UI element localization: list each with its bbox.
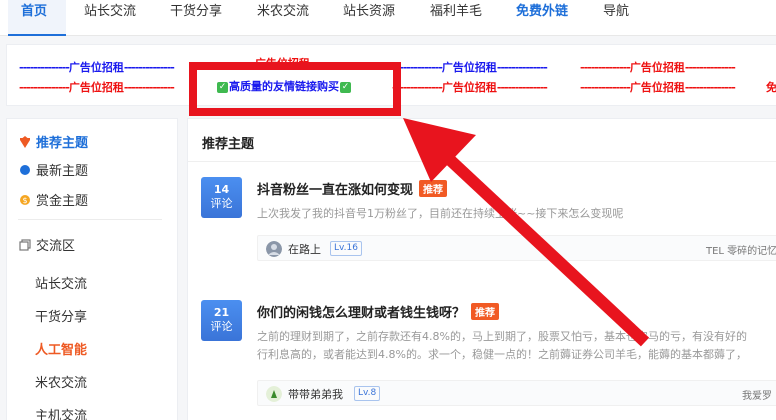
check-icon: ✓ xyxy=(217,81,228,93)
sidebar-item-recommended[interactable]: 推荐主题 xyxy=(19,132,88,151)
sidebar-item-webmaster-exchange[interactable]: 站长交流 xyxy=(35,273,87,292)
page-title: 推荐主题 xyxy=(202,137,255,152)
nav-resources-share[interactable]: 干货分享 xyxy=(170,0,222,36)
sidebar-item-domain-exchange[interactable]: 米农交流 xyxy=(35,372,87,391)
recommended-tag: 推荐 xyxy=(471,303,500,320)
nav-navigation[interactable]: 导航 xyxy=(603,0,629,36)
author-name[interactable]: 带带弟弟我 xyxy=(288,386,343,402)
svg-text:$: $ xyxy=(22,196,27,205)
nav-free-backlinks[interactable]: 免费外链 xyxy=(516,0,568,36)
ad-slot[interactable]: --------------广告位招租-------------- xyxy=(19,79,175,95)
topic-meta: 带带弟弟我 Lv.8 我爱罗 xyxy=(257,380,776,406)
topic-excerpt: 行利息高的，或者能达到4.8%的。求一个，稳健一点的！之前薅证券公司羊毛，能薅的… xyxy=(257,348,747,361)
sidebar-item-ai[interactable]: 人工智能 xyxy=(35,339,87,358)
ad-slot[interactable]: --------------广告位招租-------------- xyxy=(392,79,548,95)
coin-icon: $ xyxy=(20,195,30,205)
topic-meta: 在路上 Lv.16 TEL 零碎的记忆 xyxy=(257,235,776,261)
recommended-tag: 推荐 xyxy=(419,180,448,197)
ad-slot[interactable]: --------------广告位招租-------------- xyxy=(19,59,175,75)
ad-slot-edge[interactable]: 免 xyxy=(766,79,776,95)
topic-excerpt: 之前的理财到期了，之前存款还有4.8%的，马上到期了，股票又怕亏，基本也它马的亏… xyxy=(257,330,747,343)
nav-webmaster-resources[interactable]: 站长资源 xyxy=(343,0,395,36)
sidebar-item-hosting-exchange[interactable]: 主机交流 xyxy=(35,405,87,420)
level-badge: Lv.8 xyxy=(354,386,381,401)
topic-title[interactable]: 你们的闲钱怎么理财或者钱生钱呀？ 推荐 xyxy=(257,302,500,321)
sidebar-item-bounty[interactable]: $ 赏金主题 xyxy=(19,190,88,209)
friend-link-ad[interactable]: ✓ 高质量的友情链接购买 ✓ xyxy=(216,78,352,94)
nav-welfare-deals[interactable]: 福利羊毛 xyxy=(430,0,482,36)
avatar[interactable] xyxy=(266,386,282,402)
flame-icon xyxy=(20,136,30,148)
top-nav: 首页 站长交流 干货分享 米农交流 站长资源 福利羊毛 免费外链 导航 xyxy=(0,0,776,36)
level-badge: Lv.16 xyxy=(330,241,362,256)
sidebar-item-latest[interactable]: 最新主题 xyxy=(19,160,88,179)
comment-count-badge: 14 评论 xyxy=(201,177,242,218)
ad-slot[interactable]: --------------广告位招租-------------- xyxy=(392,59,548,75)
comment-count-badge: 21 评论 xyxy=(201,300,242,341)
nav-home[interactable]: 首页 xyxy=(8,0,66,36)
ad-slot[interactable]: --------------广告位招租-------------- xyxy=(580,79,736,95)
sidebar-section-exchange[interactable]: 交流区 xyxy=(19,235,75,254)
topic-excerpt: 上次我发了我的抖音号1万粉丝了，目前还在持续上涨~~接下来怎么变现呢 xyxy=(257,207,624,220)
nav-webmaster-exchange[interactable]: 站长交流 xyxy=(84,0,136,36)
ad-panel xyxy=(6,44,776,106)
last-reply[interactable]: 我爱罗 xyxy=(742,387,772,402)
divider xyxy=(188,161,776,162)
avatar[interactable] xyxy=(266,241,282,257)
sidebar-item-resources-share[interactable]: 干货分享 xyxy=(35,306,87,325)
copy-icon xyxy=(19,239,31,251)
ad-slot[interactable]: --------------广告位招租-------------- xyxy=(580,59,736,75)
bubble-icon xyxy=(20,165,30,175)
main-panel: 推荐主题 xyxy=(187,118,776,420)
last-reply[interactable]: TEL 零碎的记忆 xyxy=(706,242,776,257)
nav-domain-exchange[interactable]: 米农交流 xyxy=(257,0,309,36)
divider xyxy=(18,219,162,220)
check-icon: ✓ xyxy=(340,81,351,93)
topic-title[interactable]: 抖音粉丝一直在涨如何变现 推荐 xyxy=(257,179,448,198)
author-name[interactable]: 在路上 xyxy=(288,241,321,257)
ad-slot-partial[interactable]: --------------广告位招租 xyxy=(205,55,310,71)
